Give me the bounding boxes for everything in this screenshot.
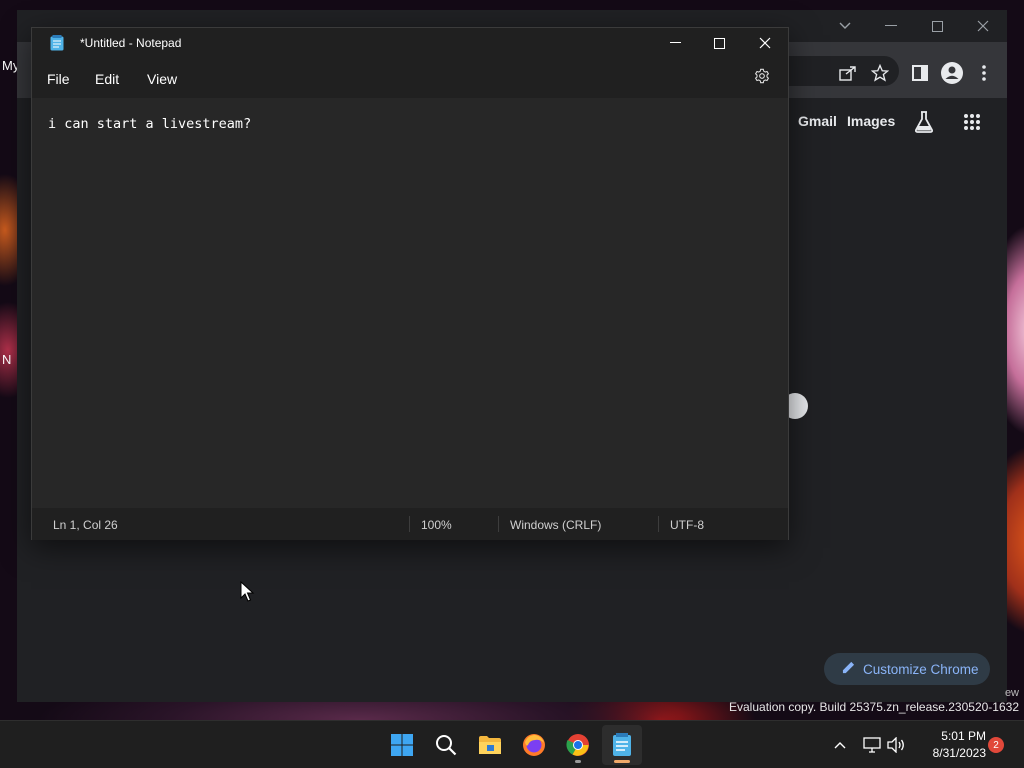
close-icon[interactable]	[973, 16, 993, 36]
gmail-link[interactable]: Gmail	[798, 113, 837, 129]
editor-content[interactable]: i can start a livestream?	[48, 116, 251, 132]
window-title: *Untitled - Notepad	[80, 36, 182, 50]
notification-badge[interactable]: 2	[988, 737, 1004, 753]
watermark-fragment: ew	[1004, 687, 1019, 699]
encoding: UTF-8	[670, 518, 704, 532]
system-clock[interactable]: 5:01 PM 8/31/2023	[912, 728, 986, 762]
clock-time: 5:01 PM	[941, 729, 986, 743]
menu-bar: File Edit View	[32, 64, 788, 96]
start-icon[interactable]	[382, 725, 422, 765]
menu-file[interactable]: File	[47, 71, 70, 87]
status-bar: Ln 1, Col 26 100% Windows (CRLF) UTF-8	[32, 508, 788, 540]
taskbar: 5:01 PM 8/31/2023 2	[0, 720, 1024, 768]
tab-search-icon[interactable]	[835, 16, 855, 36]
notepad-window: *Untitled - Notepad File Edit View i can…	[31, 27, 789, 540]
status-divider	[658, 516, 659, 532]
pencil-icon	[842, 661, 855, 677]
file-explorer-icon[interactable]	[470, 725, 510, 765]
text-editor[interactable]: i can start a livestream?	[32, 98, 788, 508]
running-indicator	[575, 760, 581, 763]
chevron-up-icon[interactable]	[830, 735, 850, 755]
network-icon[interactable]	[862, 735, 882, 755]
search-icon[interactable]	[426, 725, 466, 765]
close-icon[interactable]	[742, 28, 788, 58]
cursor-position: Ln 1, Col 26	[53, 518, 118, 532]
maximize-icon[interactable]	[927, 16, 947, 36]
apps-grid-icon[interactable]	[961, 111, 983, 133]
star-icon[interactable]	[869, 62, 891, 84]
menu-icon[interactable]	[973, 62, 995, 84]
menu-edit[interactable]: Edit	[95, 71, 119, 87]
menu-view[interactable]: View	[147, 71, 177, 87]
status-divider	[409, 516, 410, 532]
zoom-level: 100%	[421, 518, 452, 532]
chrome-icon[interactable]	[558, 725, 598, 765]
status-divider	[498, 516, 499, 532]
minimize-icon[interactable]	[652, 28, 698, 58]
share-icon[interactable]	[837, 62, 859, 84]
labs-icon[interactable]	[913, 111, 935, 133]
notepad-titlebar[interactable]: *Untitled - Notepad	[32, 28, 788, 58]
active-indicator	[614, 760, 630, 763]
clock-date: 8/31/2023	[932, 746, 986, 760]
maximize-icon[interactable]	[696, 28, 742, 58]
evaluation-watermark: Evaluation copy. Build 25375.zn_release.…	[729, 700, 1019, 714]
minimize-icon[interactable]	[881, 16, 901, 36]
notepad-icon[interactable]	[602, 725, 642, 765]
customize-chrome-button[interactable]: Customize Chrome	[824, 653, 990, 685]
firefox-icon[interactable]	[514, 725, 554, 765]
customize-chrome-label: Customize Chrome	[863, 661, 979, 677]
side-panel-icon[interactable]	[909, 62, 931, 84]
volume-icon[interactable]	[886, 735, 906, 755]
mouse-cursor-icon	[240, 580, 256, 603]
line-ending: Windows (CRLF)	[510, 518, 602, 532]
desktop-icon-label[interactable]: N	[2, 352, 11, 367]
profile-icon[interactable]	[941, 62, 963, 84]
notepad-app-icon	[50, 35, 64, 51]
settings-gear-icon[interactable]	[754, 68, 774, 88]
images-link[interactable]: Images	[847, 113, 895, 129]
